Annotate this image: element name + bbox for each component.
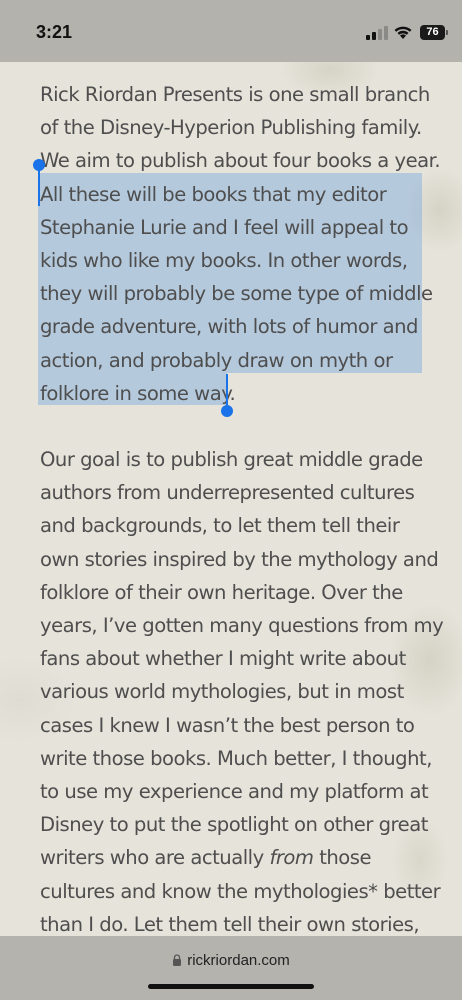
text-line: of the Disney-Hyperion Publishing family… (40, 116, 422, 140)
selected-text-line: folklore in some way. (40, 381, 236, 405)
text-line: and backgrounds, to let them tell their (40, 514, 400, 538)
text-line: Our goal is to publish great middle grad… (40, 448, 423, 472)
selected-text-line: Stephanie Lurie and I feel will appeal t… (40, 215, 409, 239)
text-line: fans about whether I might write about (40, 647, 406, 671)
home-indicator[interactable] (148, 984, 314, 989)
text-line: cases I knew I wasn’t the best person to (40, 713, 415, 737)
lock-icon (173, 954, 182, 966)
battery-icon: 76 (420, 25, 445, 40)
text-line: Disney to put the spotlight on other gre… (40, 813, 428, 837)
status-bar: 3:21 76 (0, 0, 462, 62)
paragraph-1[interactable]: Rick Riordan Presents is one small branc… (40, 78, 441, 410)
text-segment: those (313, 846, 372, 870)
text-line: write those books. Much better, I though… (40, 746, 432, 770)
text-line: folklore of their own heritage. Over the (40, 580, 403, 604)
text-line: own stories inspired by the mythology an… (40, 547, 439, 571)
text-segment: writers who are actually (40, 846, 270, 870)
article-body[interactable]: Rick Riordan Presents is one small branc… (40, 78, 444, 941)
address-bar[interactable]: rickriordan.com (0, 936, 462, 1000)
text-line: We aim to publish about four books a yea… (40, 149, 441, 173)
selected-text-line: All these will be books that my editor (40, 182, 387, 206)
text-line: to use my experience and my platform at (40, 780, 429, 804)
status-time: 3:21 (36, 22, 73, 42)
selected-text-line: they will probably be some type of middl… (40, 282, 433, 306)
selection-end-handle[interactable] (221, 405, 233, 417)
text-line: cultures and know the mythologies* bette… (40, 879, 441, 903)
paragraph-2[interactable]: Our goal is to publish great middle grad… (40, 443, 444, 941)
emphasis-text: from (269, 846, 314, 870)
selected-text-line: action, and probably draw on myth or (40, 348, 393, 372)
signal-icon (366, 26, 388, 40)
battery-cap (446, 30, 448, 35)
text-line: years, I’ve gotten many questions from m… (40, 614, 444, 638)
url-display[interactable]: rickriordan.com (0, 952, 462, 969)
selection-start-handle[interactable] (33, 159, 45, 171)
selection-start-handle-bar[interactable] (38, 168, 40, 206)
url-domain: rickriordan.com (187, 952, 290, 969)
text-line-with-emphasis: writers who are actually from those (40, 841, 426, 874)
selected-text-line: grade adventure, with lots of humor and (40, 315, 419, 339)
text-line: various world mythologies, but in most (40, 680, 404, 704)
text-line: Rick Riordan Presents is one small branc… (40, 83, 430, 106)
text-line: authors from underrepresented cultures (40, 481, 415, 505)
selected-text-line: kids who like my books. In other words, (40, 249, 408, 273)
wifi-icon (394, 26, 412, 39)
